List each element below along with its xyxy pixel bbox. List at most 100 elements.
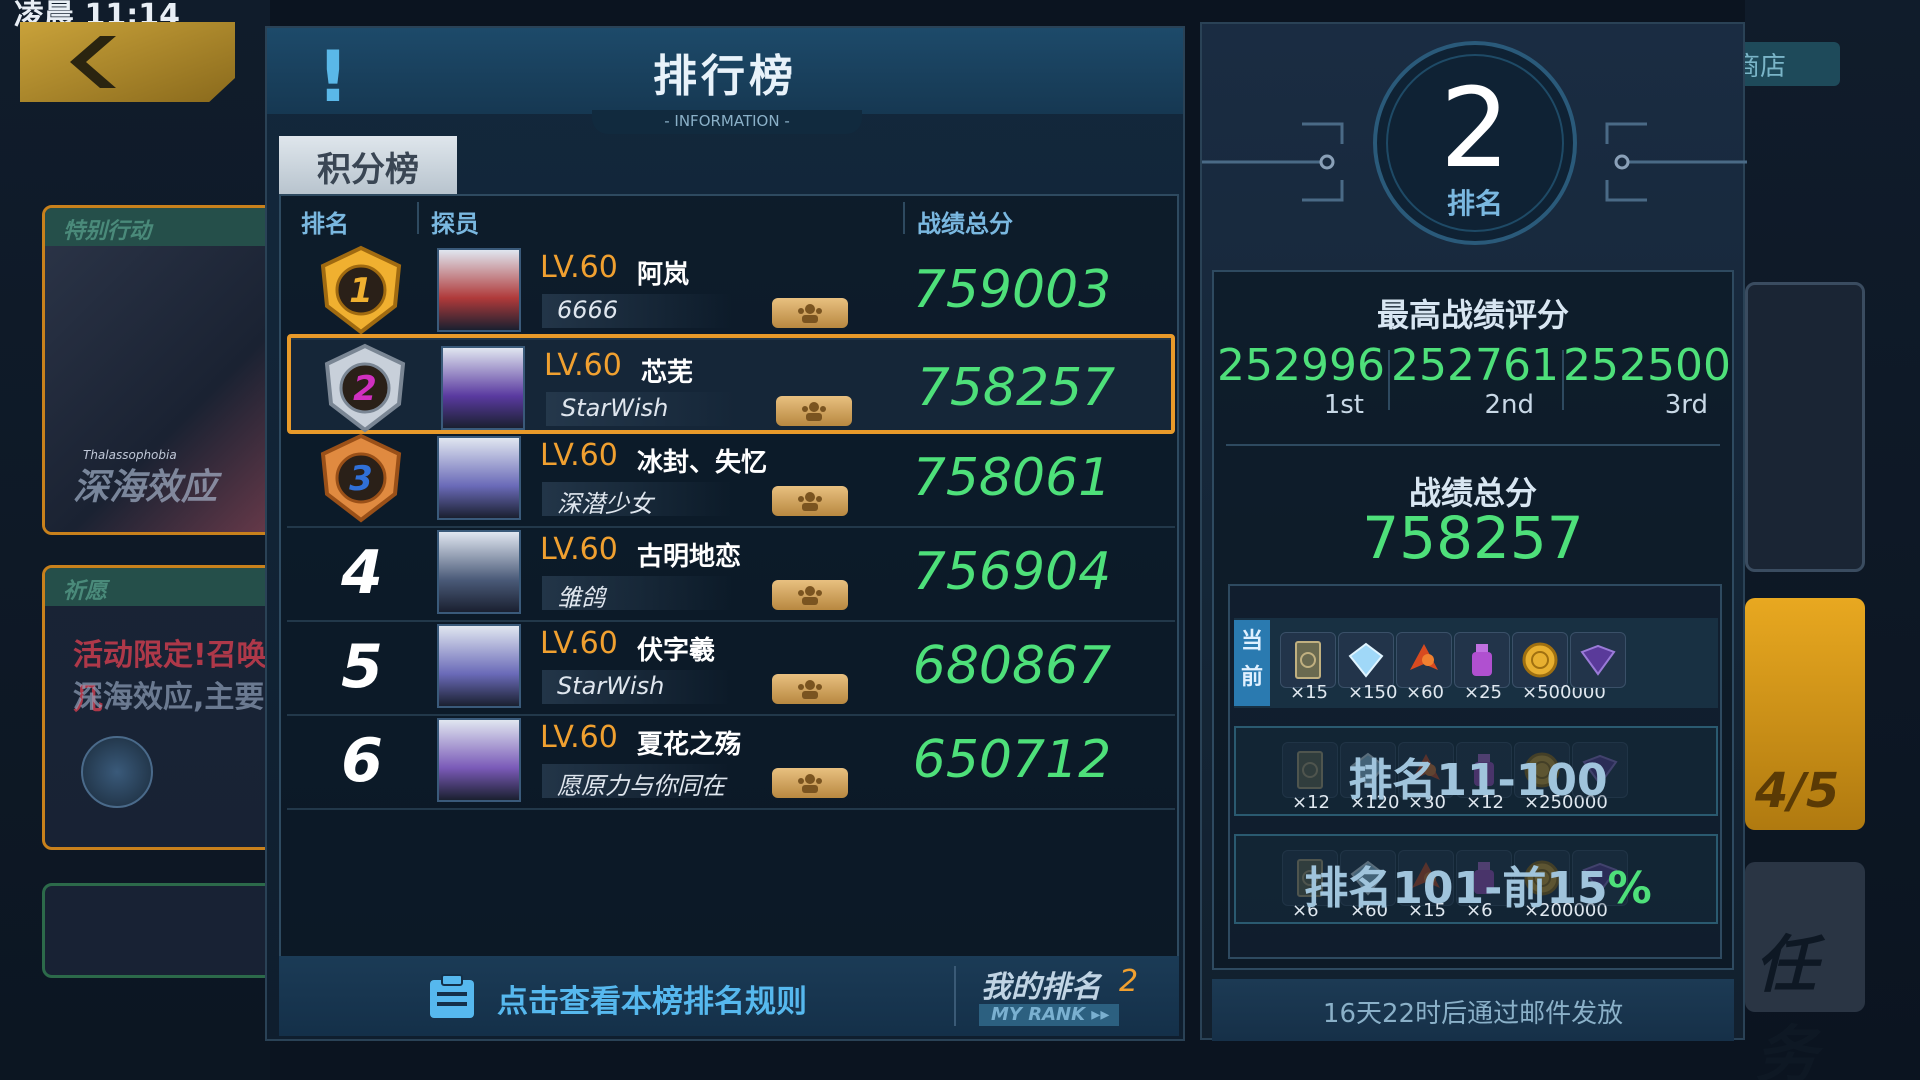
player-guild: 雏鸽 bbox=[557, 584, 605, 612]
player-score: 756904 bbox=[912, 542, 1112, 602]
rank-value: 2 bbox=[1440, 64, 1510, 192]
tier-label: 排名101-前15% bbox=[1236, 852, 1720, 916]
my-rank-panel: 2 排名 最高战绩评分 252996 1st 252761 2nd 252500… bbox=[1200, 22, 1747, 1041]
pray-line2: 深海效应,主要 bbox=[73, 680, 265, 715]
avatar[interactable] bbox=[437, 624, 521, 708]
avatar[interactable] bbox=[437, 436, 521, 520]
mail-notice: 16天22时后通过邮件发放 bbox=[1212, 979, 1734, 1041]
best-score-title: 最高战绩评分 bbox=[1376, 296, 1569, 334]
team-icon bbox=[798, 304, 822, 323]
rank-number: 5 bbox=[341, 632, 383, 702]
player-name: 伏字羲 bbox=[637, 636, 716, 666]
fire-shard-icon[interactable] bbox=[1396, 632, 1452, 688]
view-lineup-button[interactable] bbox=[772, 580, 848, 610]
col-rank-header: 排名 bbox=[301, 210, 349, 238]
best-place-1: 1st bbox=[1323, 390, 1364, 420]
best-score-3: 252500 bbox=[1563, 340, 1731, 391]
my-rank-button[interactable]: MY RANK ▸▸ bbox=[979, 1004, 1119, 1026]
current-rewards-row: 当前 ×15 ×150 ×60 ×25 ×500000 bbox=[1234, 618, 1718, 708]
table-row[interactable]: 4 LV.60 古明地恋 雏鸽 756904 bbox=[287, 522, 1175, 622]
tier-label: 排名11-100 bbox=[1348, 755, 1608, 806]
rank-number: 4 bbox=[341, 538, 383, 608]
right-progress-card[interactable]: 4/5 bbox=[1745, 598, 1865, 830]
total-score-value: 758257 bbox=[1362, 504, 1584, 572]
clipboard-icon[interactable] bbox=[427, 974, 477, 1020]
special-event-card[interactable]: 特别行动 Thalassophobia 深海效应 bbox=[42, 205, 282, 535]
diamond-icon[interactable] bbox=[1338, 632, 1394, 688]
reward-quantity: ×150 bbox=[1348, 682, 1398, 703]
player-guild: 6666 bbox=[557, 296, 619, 324]
back-arrow-icon bbox=[70, 36, 116, 88]
title-bar: ! 排行榜 - INFORMATION - bbox=[267, 28, 1183, 134]
table-row[interactable]: 2 LV.60 芯芜 StarWish 758257 bbox=[287, 334, 1175, 434]
fire-shard-icon-graphic bbox=[1410, 644, 1438, 670]
avatar[interactable] bbox=[437, 718, 521, 802]
view-lineup-button[interactable] bbox=[772, 768, 848, 798]
task-text: 任务 bbox=[1755, 928, 1818, 1080]
view-lineup-button[interactable] bbox=[772, 674, 848, 704]
tab-score-board[interactable]: 积分榜 bbox=[279, 136, 457, 194]
best-place-2: 2nd bbox=[1484, 390, 1534, 420]
footer-bar: 点击查看本榜排名规则 我的排名 2 MY RANK ▸▸ bbox=[279, 956, 1179, 1036]
col-separator bbox=[417, 202, 419, 234]
player-name: 芯芜 bbox=[641, 358, 694, 388]
reward-quantity: ×15 bbox=[1290, 682, 1328, 703]
emblem-icon-graphic bbox=[1580, 644, 1616, 676]
reward-quantity: ×25 bbox=[1464, 682, 1502, 703]
best-score-2: 252761 bbox=[1391, 340, 1559, 391]
player-score: 759003 bbox=[912, 260, 1112, 320]
rules-link[interactable]: 点击查看本榜排名规则 bbox=[497, 976, 807, 1021]
tier-rewards-row: ×6 ×60 ×15 ×6 ×200000 排名101-前15% bbox=[1234, 834, 1718, 924]
side-empty-card[interactable] bbox=[42, 883, 282, 978]
card-icon[interactable] bbox=[1280, 632, 1336, 688]
player-name: 古明地恋 bbox=[637, 542, 742, 572]
tier-label-text: 排名101-前15 bbox=[1304, 863, 1608, 914]
col-separator bbox=[903, 202, 905, 234]
player-guild: StarWish bbox=[557, 672, 665, 700]
team-icon bbox=[798, 680, 822, 699]
table-row[interactable]: 5 LV.60 伏字羲 StarWish 680867 bbox=[287, 616, 1175, 716]
table-row[interactable]: 1 LV.60 阿岚 6666 759003 bbox=[287, 240, 1175, 340]
view-lineup-button[interactable] bbox=[772, 486, 848, 516]
ranking-table: 排名 探员 战绩总分 1 LV.60 阿岚 6666 759003 2 LV.6… bbox=[279, 194, 1179, 974]
rewards-box: 当前 ×15 ×150 ×60 ×25 ×500000 ×12 ×120 ×30 ×12 ×25… bbox=[1228, 584, 1722, 959]
pray-card[interactable]: 祈愿 活动限定!召唤几 深海效应,主要 bbox=[42, 565, 282, 850]
footer-separator bbox=[954, 966, 956, 1026]
avatar[interactable] bbox=[437, 530, 521, 614]
player-level: LV.60 bbox=[540, 438, 618, 473]
team-icon bbox=[802, 402, 826, 421]
player-level: LV.60 bbox=[544, 348, 622, 383]
pray-avatar bbox=[81, 736, 153, 808]
exp-potion-icon[interactable] bbox=[1454, 632, 1510, 688]
avatar[interactable] bbox=[441, 346, 525, 430]
avatar[interactable] bbox=[437, 248, 521, 332]
emblem-icon[interactable] bbox=[1570, 632, 1626, 688]
tier-rewards-row: ×12 ×120 ×30 ×12 ×250000 排名11-100 bbox=[1234, 726, 1718, 816]
page-subtitle: - INFORMATION - bbox=[592, 110, 862, 134]
player-name: 冰封、失忆 bbox=[637, 448, 768, 478]
exp-potion-icon-graphic bbox=[1472, 644, 1492, 676]
player-level: LV.60 bbox=[540, 720, 618, 755]
mail-text: 16天22时后通过邮件发放 bbox=[1322, 999, 1624, 1029]
view-lineup-button[interactable] bbox=[772, 298, 848, 328]
gold-coin-icon[interactable] bbox=[1512, 632, 1568, 688]
pray-header: 祈愿 bbox=[45, 568, 279, 606]
table-row[interactable]: 3 LV.60 冰封、失忆 深潜少女 758061 bbox=[287, 428, 1175, 528]
stats-divider bbox=[1226, 444, 1720, 446]
task-card[interactable]: 任务 bbox=[1745, 862, 1865, 1080]
right-side-card[interactable] bbox=[1745, 282, 1865, 572]
rank-number: 6 bbox=[341, 726, 383, 796]
team-icon bbox=[798, 492, 822, 511]
team-icon bbox=[798, 586, 822, 605]
team-icon bbox=[798, 774, 822, 793]
tier-label-pct: % bbox=[1607, 863, 1652, 914]
leaderboard-panel: ! 排行榜 - INFORMATION - 积分榜 排名 探员 战绩总分 1 L… bbox=[265, 26, 1185, 1041]
my-rank-value: 2 bbox=[1119, 964, 1139, 999]
back-button[interactable] bbox=[20, 22, 235, 102]
view-lineup-button[interactable] bbox=[776, 396, 852, 426]
current-tag: 当前 bbox=[1234, 620, 1270, 706]
player-name: 阿岚 bbox=[637, 260, 690, 290]
table-row[interactable]: 6 LV.60 夏花之殇 愿原力与你同在 650712 bbox=[287, 710, 1175, 810]
player-level: LV.60 bbox=[540, 626, 618, 661]
player-score: 758257 bbox=[916, 358, 1116, 418]
